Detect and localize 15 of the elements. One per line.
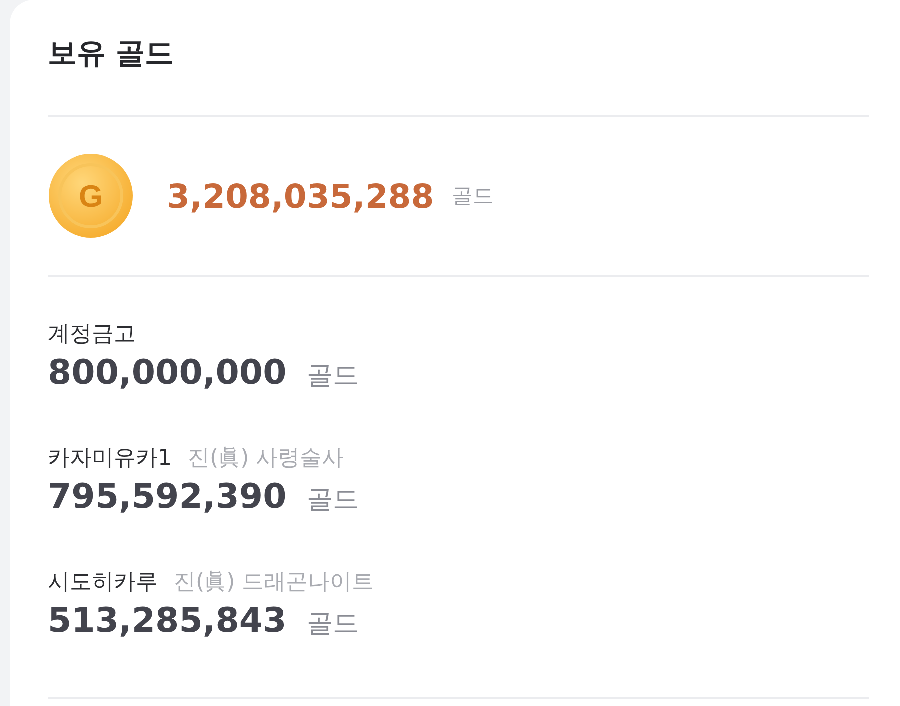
character-class: 진(眞) 사령술사	[188, 445, 344, 473]
character-class: 진(眞) 드래곤나이트	[174, 569, 374, 597]
coin-icon: G	[48, 153, 134, 239]
balance-amount: 795,592,390	[48, 477, 287, 517]
currency-unit: 골드	[306, 484, 359, 517]
account-vault-label: 계정금고	[48, 321, 136, 349]
currency-unit: 골드	[452, 183, 494, 210]
character-name: 카자미유카1	[48, 445, 172, 473]
currency-unit: 골드	[306, 608, 359, 641]
character-name: 시도히카루	[48, 569, 158, 597]
section-title: 보유 골드	[48, 35, 176, 72]
balance-amount: 513,285,843	[48, 601, 287, 641]
balance-amount: 800,000,000	[48, 353, 287, 393]
currency-unit: 골드	[306, 360, 359, 393]
total-amount: 3,208,035,288	[167, 176, 434, 216]
